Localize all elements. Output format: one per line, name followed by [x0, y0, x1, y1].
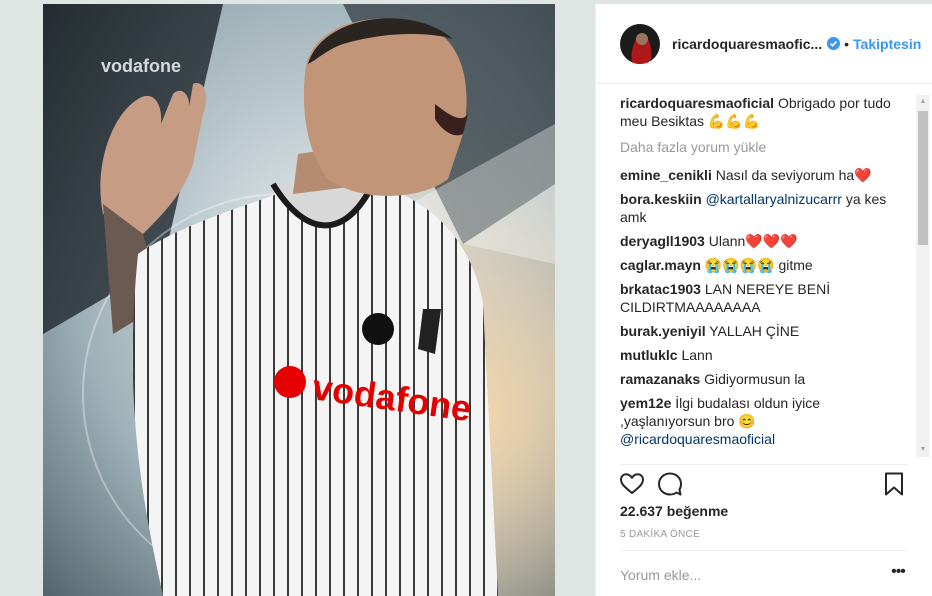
comment-text: Nasıl da seviyorum ha❤️ — [715, 167, 872, 183]
comment-box-divider — [620, 550, 908, 551]
instagram-post-modal: vodafone vodafone ricardoquaresmaofic...… — [0, 0, 932, 596]
separator-dot: • — [844, 35, 850, 52]
comment-item: bora.keskiin @kartallaryalnizucarrr ya k… — [620, 190, 910, 226]
heart-icon[interactable] — [618, 470, 646, 498]
comments-scrollbar[interactable]: ▲ ▼ — [916, 95, 930, 457]
comment-item: brkatac1903 LAN NEREYE BENİ CILDIRTMAAAA… — [620, 280, 910, 316]
comment-username-link[interactable]: bora.keskiin — [620, 191, 702, 207]
comment-item: caglar.mayn 😭😭😭😭 gitme — [620, 256, 910, 274]
comment-item: yem12e İlgi budalası oldun iyice ,yaşlan… — [620, 394, 910, 448]
comment-item: ramazanaks Gidiyormusun la — [620, 370, 910, 388]
bookmark-icon[interactable] — [880, 470, 908, 498]
comment-mention-link[interactable]: @ricardoquaresmaoficial — [620, 431, 775, 447]
post-side-panel: ricardoquaresmaofic... • Takiptesin rica… — [596, 4, 932, 596]
verified-badge-icon — [827, 37, 841, 50]
author-username-link[interactable]: ricardoquaresmaofic... — [672, 36, 822, 52]
comment-username-link[interactable]: ramazanaks — [620, 371, 700, 387]
following-button[interactable]: Takiptesin — [853, 36, 921, 52]
comment-text: Ulann❤️❤️❤️ — [708, 233, 798, 249]
comment-bubble-icon[interactable] — [656, 470, 684, 498]
post-timestamp[interactable]: 5 DAKİKA ÖNCE — [620, 529, 700, 540]
scroll-up-arrow-icon[interactable]: ▲ — [916, 95, 930, 109]
comment-text: 😭😭😭😭 gitme — [704, 257, 813, 273]
comment-username-link[interactable]: deryagll1903 — [620, 233, 705, 249]
load-more-comments-button[interactable]: Daha fazla yorum yükle — [620, 138, 910, 156]
comments-list[interactable]: ricardoquaresmaoficial Obrigado por tudo… — [620, 94, 910, 458]
post-photo-artwork: vodafone vodafone — [43, 4, 555, 596]
avatar-image — [620, 23, 660, 64]
post-header: ricardoquaresmaofic... • Takiptesin — [596, 4, 932, 84]
caption-username-link[interactable]: ricardoquaresmaoficial — [620, 95, 774, 111]
likes-count-link[interactable]: 22.637 beğenme — [620, 503, 728, 519]
comment-item: mutluklc Lann — [620, 346, 910, 364]
comment-item: deryagll1903 Ulann❤️❤️❤️ — [620, 232, 910, 250]
caption: ricardoquaresmaoficial Obrigado por tudo… — [620, 94, 910, 130]
post-photo[interactable]: vodafone vodafone — [43, 4, 555, 596]
photo-background-text: vodafone — [101, 56, 181, 76]
comment-username-link[interactable]: brkatac1903 — [620, 281, 701, 297]
comment-username-link[interactable]: mutluklc — [620, 347, 678, 363]
comment-username-link[interactable]: yem12e — [620, 395, 671, 411]
comment-mention-link[interactable]: @kartallaryalnizucarrr — [706, 191, 842, 207]
comment-username-link[interactable]: caglar.mayn — [620, 257, 701, 273]
scroll-down-arrow-icon[interactable]: ▼ — [916, 443, 930, 457]
author-avatar[interactable] — [620, 23, 660, 64]
add-comment-input[interactable] — [620, 564, 870, 586]
comment-text: YALLAH ÇİNE — [709, 323, 800, 339]
comment-username-link[interactable]: emine_cenikli — [620, 167, 712, 183]
comment-username-link[interactable]: burak.yeniyil — [620, 323, 706, 339]
comment-item: burak.yeniyil YALLAH ÇİNE — [620, 322, 910, 340]
more-options-icon[interactable]: ••• — [888, 564, 908, 586]
comment-item: emine_cenikli Nasıl da seviyorum ha❤️ — [620, 166, 910, 184]
actions-divider — [620, 464, 908, 465]
post-actions — [618, 470, 914, 500]
scrollbar-thumb[interactable] — [918, 111, 928, 245]
comment-text: Lann — [681, 347, 713, 363]
comment-text: Gidiyormusun la — [704, 371, 806, 387]
